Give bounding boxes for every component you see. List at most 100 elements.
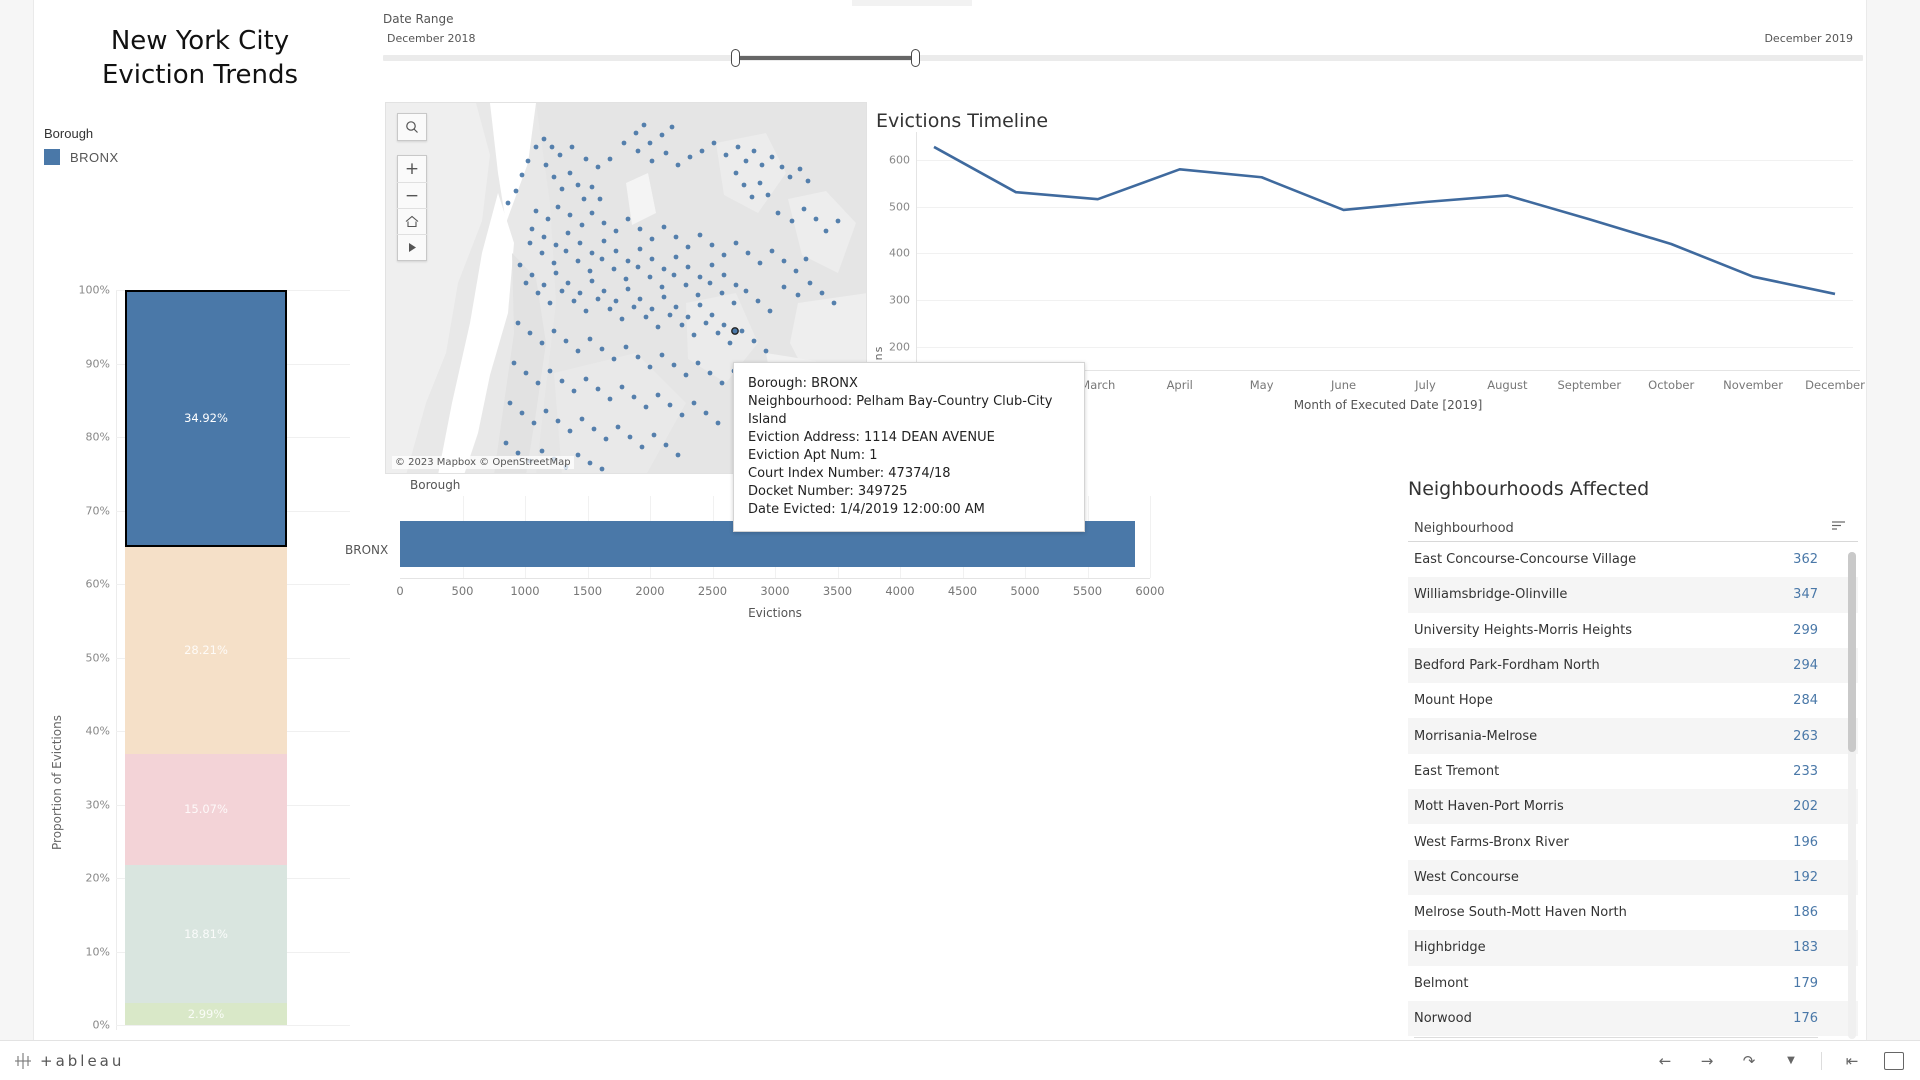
stack-segment[interactable]: 2.99%: [125, 1003, 287, 1025]
neighbourhood-name: East Tremont: [1414, 764, 1499, 779]
arrow-left-icon[interactable]: ←: [1653, 1049, 1677, 1073]
stack-y-tick: 20%: [86, 872, 110, 885]
neighbourhood-count: 179: [1793, 976, 1818, 991]
neighbourhood-name: Melrose South-Mott Haven North: [1414, 905, 1627, 920]
table-row[interactable]: Williamsbridge-Olinville 347: [1408, 577, 1858, 612]
stack-y-tick: 30%: [86, 798, 110, 811]
table-row[interactable]: Bedford Park-Fordham North294: [1408, 648, 1858, 683]
stack-segment-label: 2.99%: [188, 1007, 225, 1021]
table-row[interactable]: Norwood176: [1408, 1001, 1858, 1036]
neighbourhoods-scrollbar-thumb[interactable]: [1848, 552, 1856, 752]
borough-x-tick: 5000: [1010, 584, 1039, 598]
neighbourhoods-list[interactable]: East Concourse-Concourse Village362Willi…: [1408, 542, 1858, 1036]
plus-icon[interactable]: +: [397, 156, 427, 182]
borough-x-axis-title: Evictions: [748, 606, 802, 620]
tooltip-line: Docket Number: 349725: [748, 483, 1070, 501]
table-row[interactable]: Mott Haven-Port Morris202: [1408, 789, 1858, 824]
stack-y-ticks: 100%90%80%70%60%50%40%30%20%10%0%: [66, 290, 116, 1030]
neighbourhood-count: 192: [1793, 870, 1818, 885]
date-range-filter[interactable]: Date Range December 2018 December 2019: [383, 12, 1863, 61]
stack-segment[interactable]: 18.81%: [125, 865, 287, 1003]
neighbourhood-name: Williamsbridge-Olinville: [1414, 587, 1567, 602]
stack-segment-label: 34.92%: [184, 411, 228, 425]
neighbourhood-count: 362: [1793, 552, 1818, 567]
table-row[interactable]: Morrisania-Melrose263: [1408, 718, 1858, 753]
date-range-handle-left[interactable]: [731, 49, 740, 67]
fullscreen-icon[interactable]: [1882, 1049, 1906, 1073]
stack-segment[interactable]: 28.21%: [125, 547, 287, 754]
date-range-track[interactable]: [383, 55, 1863, 61]
sort-icon[interactable]: [1832, 518, 1846, 536]
map-zoom-controls[interactable]: + −: [397, 155, 427, 261]
table-row[interactable]: East Tremont 233: [1408, 754, 1858, 789]
stack-segment-label: 18.81%: [184, 927, 228, 941]
stack-segment[interactable]: 15.07%: [125, 754, 287, 865]
borough-row-label: BRONX: [345, 543, 388, 557]
table-row[interactable]: East Concourse-Concourse Village362: [1408, 542, 1858, 577]
date-range-fill: [735, 56, 915, 60]
arrow-right-icon[interactable]: →: [1695, 1049, 1719, 1073]
timeline-x-tick: July: [1415, 378, 1436, 392]
legend-item-bronx[interactable]: BRONX: [44, 149, 119, 165]
tooltip-line: Date Evicted: 1/4/2019 12:00:00 AM: [748, 501, 1070, 519]
neighbourhood-column-header: Neighbourhood: [1414, 521, 1514, 536]
tooltip-line: Eviction Apt Num: 1: [748, 447, 1070, 465]
borough-chart-axis-title: Borough: [410, 478, 460, 492]
neighbourhood-count: 196: [1793, 835, 1818, 850]
minus-icon[interactable]: −: [397, 182, 427, 208]
timeline-y-tick: 200: [876, 340, 910, 353]
neighbourhoods-table-header: Neighbourhood: [1408, 518, 1858, 542]
borough-x-tick: 0: [396, 584, 403, 598]
neighbourhood-name: West Farms-Bronx River: [1414, 835, 1569, 850]
left-gutter: [0, 0, 34, 1040]
neighbourhood-count: 202: [1793, 799, 1818, 814]
table-row[interactable]: West Farms-Bronx River 196: [1408, 824, 1858, 859]
legend-title: Borough: [44, 126, 119, 141]
timeline-x-tick: August: [1487, 378, 1527, 392]
timeline-gridline: [916, 160, 1853, 161]
tableau-logo[interactable]: +ableau: [14, 1052, 124, 1070]
borough-x-tick: 3000: [760, 584, 789, 598]
map-search-button[interactable]: [397, 113, 427, 141]
borough-x-axis-line: [400, 578, 1150, 579]
table-row[interactable]: Mount Hope284: [1408, 683, 1858, 718]
timeline-x-tick: March: [1080, 378, 1115, 392]
table-row[interactable]: University Heights-Morris Heights299: [1408, 613, 1858, 648]
table-row[interactable]: Belmont179: [1408, 966, 1858, 1001]
table-row[interactable]: West Concourse192: [1408, 860, 1858, 895]
table-row[interactable]: Highbridge183: [1408, 930, 1858, 965]
table-row[interactable]: Melrose South-Mott Haven North186: [1408, 895, 1858, 930]
chevron-down-icon[interactable]: ▼: [1779, 1049, 1803, 1073]
borough-x-tick: 500: [452, 584, 474, 598]
neighbourhood-count: 176: [1793, 1011, 1818, 1026]
legend-swatch-bronx: [44, 149, 60, 165]
timeline-x-tick: April: [1167, 378, 1193, 392]
stack-segment[interactable]: 34.92%: [125, 290, 287, 547]
stack-bar-column[interactable]: 34.92% 28.21%15.07% 18.81% 2.99%: [125, 290, 287, 1030]
share-icon[interactable]: ⇤: [1840, 1049, 1864, 1073]
home-icon[interactable]: [397, 208, 427, 234]
timeline-y-tick: 400: [876, 247, 910, 260]
tooltip-line: Neighbourhood: Pelham Bay-Country Club-C…: [748, 393, 1070, 429]
page-title: New York City Eviction Trends: [60, 24, 340, 92]
timeline-y-tick: 600: [876, 154, 910, 167]
borough-x-tick: 2000: [635, 584, 664, 598]
borough-x-tick: 1000: [510, 584, 539, 598]
borough-x-tick: 3500: [823, 584, 852, 598]
stack-y-tick: 100%: [79, 284, 110, 297]
date-range-handle-right[interactable]: [911, 49, 920, 67]
neighbourhood-count: 299: [1793, 623, 1818, 638]
stack-y-tick: 10%: [86, 945, 110, 958]
borough-x-tick: 1500: [573, 584, 602, 598]
borough-x-tick: 2500: [698, 584, 727, 598]
play-icon[interactable]: [397, 234, 427, 260]
timeline-x-tick: May: [1250, 378, 1274, 392]
revert-icon[interactable]: ↷: [1737, 1049, 1761, 1073]
timeline-gridline: [916, 347, 1853, 348]
status-bar-divider: [1821, 1052, 1822, 1070]
timeline-series-line: [934, 147, 1835, 294]
neighbourhood-count: 233: [1793, 764, 1818, 779]
neighbourhood-count: 284: [1793, 693, 1818, 708]
top-tab-strip: [852, 0, 972, 6]
neighbourhood-count: 347: [1793, 587, 1818, 602]
